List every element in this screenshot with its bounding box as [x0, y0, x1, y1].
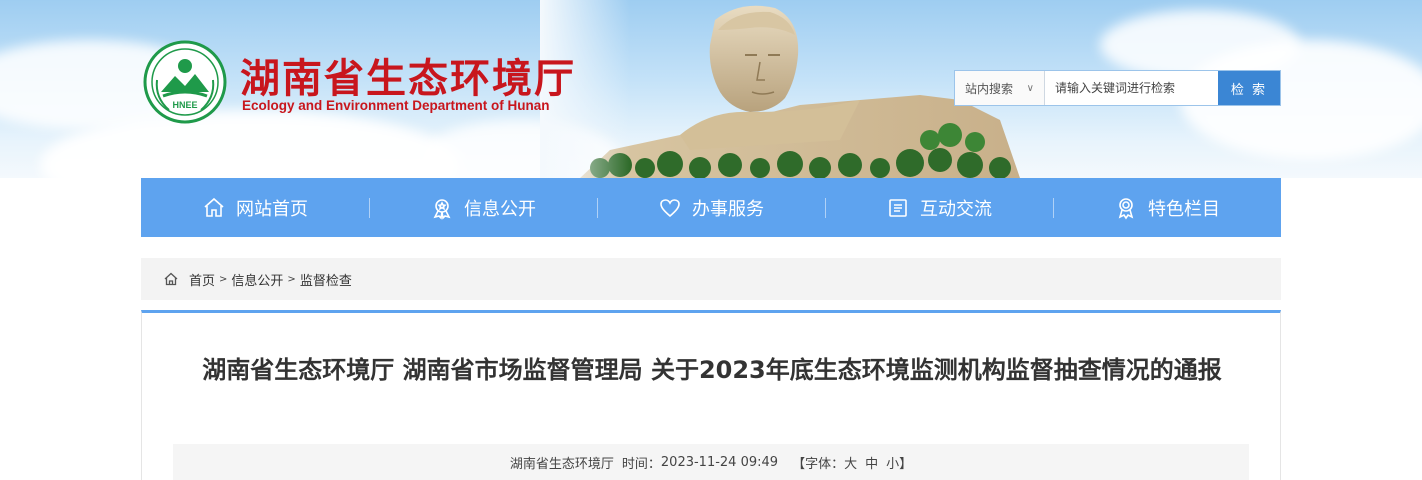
nav-item-interact[interactable]: 互动交流	[825, 178, 1053, 237]
breadcrumb-separator: >	[219, 273, 228, 285]
breadcrumb-separator: >	[287, 273, 296, 285]
breadcrumb: 首页 > 信息公开 > 监督检查	[141, 258, 1281, 300]
search-scope-label: 站内搜索	[965, 81, 1014, 96]
badge-icon	[433, 198, 451, 220]
nav-item-home[interactable]: 网站首页	[141, 178, 369, 237]
font-size-label: 【字体：	[792, 456, 845, 472]
nav-item-info[interactable]: 信息公开	[369, 178, 597, 237]
nav-label-info: 信息公开	[464, 198, 536, 220]
search-scope-select[interactable]: 站内搜索 ∨	[955, 71, 1045, 105]
breadcrumb-supervision[interactable]: 监督检查	[300, 270, 352, 289]
search-input[interactable]	[1045, 71, 1218, 105]
main-nav: 网站首页 信息公开 办事服务 互动交流 特色栏目	[141, 178, 1281, 237]
font-size-large-button[interactable]: 大	[844, 453, 857, 472]
home-icon	[204, 197, 224, 217]
font-size-small-button[interactable]: 小】	[886, 453, 912, 472]
award-icon	[1118, 197, 1134, 219]
logo-text: HNEE	[172, 100, 197, 110]
chevron-down-icon: ∨	[1026, 82, 1034, 94]
nav-item-featured[interactable]: 特色栏目	[1053, 178, 1281, 237]
list-icon	[889, 198, 907, 217]
font-size-medium-button[interactable]: 中	[865, 453, 878, 472]
nav-label-service: 办事服务	[692, 198, 764, 220]
breadcrumb-home[interactable]: 首页	[189, 270, 215, 289]
heart-icon	[660, 198, 680, 217]
nav-label-featured: 特色栏目	[1148, 198, 1220, 220]
search-bar: 站内搜索 ∨ 检 索	[954, 70, 1281, 106]
article-source: 湖南省生态环境厅	[509, 456, 614, 472]
site-title: 湖南省生态环境厅	[240, 55, 576, 102]
article-meta: 湖南省生态环境厅 时间： 2023-11-24 09:49 【字体： 大 中 小…	[173, 444, 1249, 480]
hnee-logo[interactable]: HNEE	[143, 40, 227, 124]
nav-item-service[interactable]: 办事服务	[597, 178, 825, 237]
article-time: 2023-11-24 09:49	[660, 454, 779, 470]
header-banner: HNEE 湖南省生态环境厅 Ecology and Environment De…	[0, 0, 1422, 178]
search-button[interactable]: 检 索	[1218, 71, 1280, 105]
home-icon	[164, 272, 178, 286]
site-subtitle: Ecology and Environment Department of Hu…	[242, 98, 550, 113]
article-title: 湖南省生态环境厅 湖南省市场监督管理局 关于2023年底生态环境监测机构监督抽查…	[202, 356, 1222, 384]
article-time-label: 时间：	[621, 456, 661, 472]
nav-label-home: 网站首页	[236, 198, 308, 220]
article-panel: 湖南省生态环境厅 湖南省市场监督管理局 关于2023年底生态环境监测机构监督抽查…	[141, 310, 1281, 480]
nav-label-interact: 互动交流	[920, 198, 992, 220]
breadcrumb-info[interactable]: 信息公开	[231, 270, 283, 289]
